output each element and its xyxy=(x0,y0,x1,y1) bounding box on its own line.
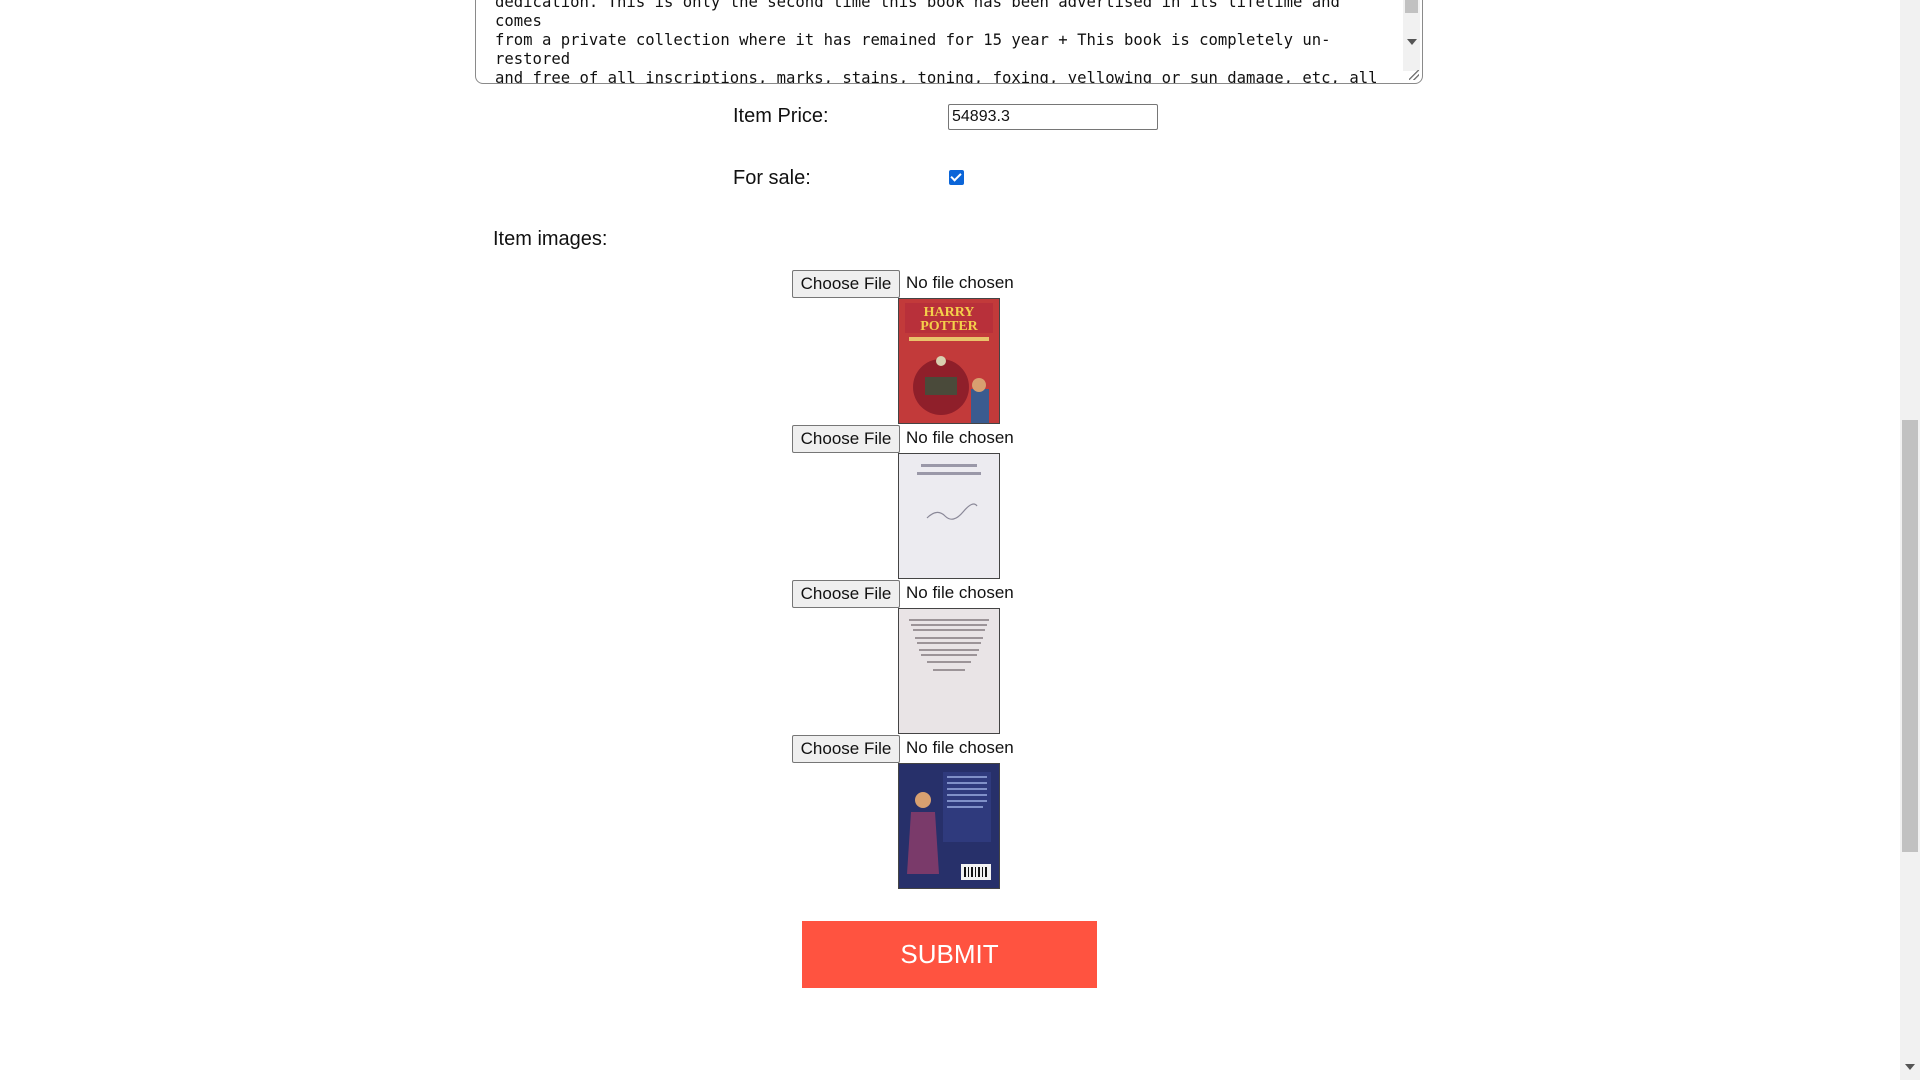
item-images-label: Item images: xyxy=(493,228,608,250)
title-page-thumbnail xyxy=(898,453,1000,579)
file-status: No file chosen xyxy=(906,583,1014,602)
choose-file-button[interactable]: Choose File xyxy=(792,270,900,298)
for-sale-checkbox[interactable] xyxy=(949,170,964,185)
file-status: No file chosen xyxy=(906,428,1014,447)
scroll-down-arrow-icon[interactable] xyxy=(1407,39,1417,45)
description-textarea[interactable]: dedication. This is only the second time… xyxy=(475,0,1423,84)
svg-text:HARRY: HARRY xyxy=(924,305,975,320)
back-cover-icon xyxy=(899,764,999,888)
file-status: No file chosen xyxy=(906,273,1014,292)
svg-text:POTTER: POTTER xyxy=(920,319,978,334)
scroll-down-arrow-icon[interactable] xyxy=(1905,1064,1915,1070)
submit-button[interactable]: SUBMIT xyxy=(802,921,1097,988)
back-cover-thumbnail xyxy=(898,763,1000,889)
description-scroll-thumb[interactable] xyxy=(1405,0,1418,13)
page-scroll-thumb[interactable] xyxy=(1902,420,1918,852)
description-text: dedication. This is only the second time… xyxy=(495,0,1378,84)
description-scrollbar[interactable] xyxy=(1403,0,1420,71)
resize-grip-icon[interactable] xyxy=(1409,70,1419,80)
item-price-label: Item Price: xyxy=(733,105,829,127)
signed-title-page-icon xyxy=(899,454,999,578)
for-sale-label: For sale: xyxy=(733,167,811,189)
page-scrollbar[interactable] xyxy=(1900,0,1920,1080)
choose-file-button[interactable]: Choose File xyxy=(792,735,900,763)
book-cover-thumbnail: HARRY POTTER xyxy=(898,298,1000,424)
page: dedication. This is only the second time… xyxy=(0,0,1920,1080)
copyright-page-thumbnail xyxy=(898,608,1000,734)
choose-file-button[interactable]: Choose File xyxy=(792,425,900,453)
choose-file-button[interactable]: Choose File xyxy=(792,580,900,608)
book-cover-icon: HARRY POTTER xyxy=(899,299,999,423)
copyright-page-icon xyxy=(899,609,999,733)
file-status: No file chosen xyxy=(906,738,1014,757)
item-price-input[interactable] xyxy=(948,104,1158,130)
